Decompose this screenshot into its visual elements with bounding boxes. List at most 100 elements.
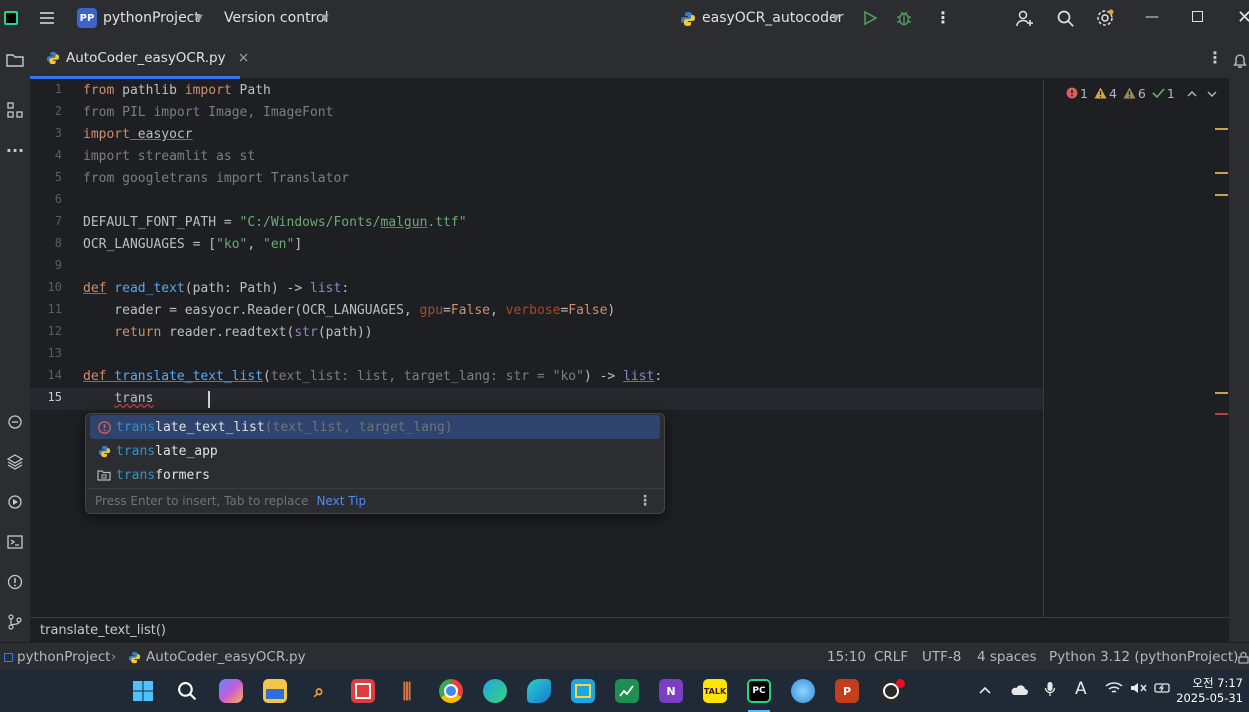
line-number: 7 (54, 214, 62, 228)
code-text-area[interactable]: from pathlib import Path from PIL import… (83, 79, 1043, 617)
error-count[interactable]: 1 (1066, 86, 1088, 101)
add-user-icon[interactable] (1015, 9, 1035, 33)
settings-gear-icon[interactable] (1095, 8, 1115, 32)
wifi-icon[interactable] (1105, 681, 1123, 699)
more-actions-icon[interactable]: ⋮ (935, 9, 951, 27)
main-menu-icon[interactable] (38, 9, 56, 31)
indent-setting[interactable]: 4 spaces (977, 643, 1037, 671)
error-stripe-mark[interactable] (1215, 413, 1228, 415)
powerpoint-icon[interactable]: P (835, 679, 859, 703)
tab-close-icon[interactable]: × (238, 50, 250, 66)
magnifier-app-icon[interactable]: ⌕ (307, 679, 331, 703)
line-number: 2 (54, 104, 62, 118)
previous-highlight-icon[interactable] (1187, 86, 1197, 101)
terminal-icon[interactable] (0, 530, 30, 554)
code-line-10: def read_text(path: Path) -> list: (83, 281, 350, 296)
winrar-books-icon[interactable]: ⫼ (395, 679, 419, 703)
code-line-15: trans (114, 391, 154, 406)
close-window-icon[interactable]: ✕ (1237, 7, 1249, 28)
chevron-down-icon[interactable]: ▼ (321, 13, 329, 24)
code-line-5: from googletrans import Translator (83, 171, 350, 186)
editor-right-pane (1043, 79, 1230, 617)
system-clock[interactable]: 오전 7:17 2025-05-31 (1176, 676, 1243, 706)
completion-item-translate-app[interactable]: trans late_app (90, 439, 660, 463)
next-tip-link[interactable]: Next Tip (316, 494, 366, 508)
tab-options-icon[interactable]: ⋮ (1207, 48, 1223, 67)
run-config-selector[interactable]: easyOCR_autocoder (702, 10, 843, 26)
line-number: 9 (54, 258, 62, 272)
kakaotalk-icon[interactable]: TALK (703, 679, 727, 703)
app-bird-icon[interactable] (527, 679, 551, 703)
inspection-widget[interactable]: 1 4 6 1 (1066, 84, 1217, 102)
breadcrumb-hint[interactable]: translate_text_list() (30, 617, 1229, 642)
warning-stripe-mark[interactable] (1215, 128, 1228, 130)
battery-charging-icon[interactable] (1154, 681, 1172, 699)
python-console-icon[interactable] (0, 410, 30, 434)
chevron-down-icon[interactable]: ▼ (195, 13, 203, 24)
line-number: 3 (54, 126, 62, 140)
file-encoding[interactable]: UTF-8 (922, 643, 961, 671)
onenote-icon[interactable]: N (659, 679, 683, 703)
line-number-gutter[interactable]: 1 2 3 4 5 6 7 8 9 10 11 12 13 14 15 (30, 79, 80, 617)
check-icon (1152, 88, 1165, 99)
warning-stripe-mark[interactable] (1215, 172, 1228, 174)
line-number: 11 (47, 302, 62, 316)
chrome-icon[interactable] (439, 679, 463, 703)
code-line-1: from pathlib import Path (83, 83, 271, 98)
run-icon[interactable] (862, 10, 878, 30)
project-selector[interactable]: pythonProject (103, 10, 200, 26)
pycharm-logo-icon[interactable] (4, 11, 18, 25)
maximize-icon[interactable] (1192, 11, 1203, 22)
line-separator[interactable]: CRLF (874, 643, 908, 671)
breadcrumb-file[interactable]: AutoCoder_easyOCR.py (128, 643, 306, 671)
code-line-4: import streamlit as st (83, 149, 256, 164)
warning-stripe-mark[interactable] (1215, 194, 1228, 196)
services-icon[interactable] (0, 490, 30, 514)
input-method-icon[interactable]: A (1075, 679, 1087, 699)
python-interpreter[interactable]: Python 3.12 (pythonProject) (1049, 643, 1238, 671)
vcs-selector[interactable]: Version control (224, 10, 328, 26)
code-line-2: from PIL import Image, ImageFont (83, 105, 334, 120)
completion-item-transformers[interactable]: trans formers (90, 463, 660, 487)
warning-count[interactable]: 4 (1094, 86, 1117, 101)
microphone-icon[interactable] (1044, 681, 1056, 701)
file-explorer-icon[interactable] (263, 679, 287, 703)
debug-icon[interactable] (895, 9, 913, 31)
code-editor[interactable]: 1 2 3 4 5 6 7 8 9 10 11 12 13 14 15 from… (30, 79, 1043, 617)
globe-app-icon[interactable] (791, 679, 815, 703)
notifications-bell-icon[interactable] (1233, 52, 1247, 72)
next-highlight-icon[interactable] (1207, 86, 1217, 101)
tab-autocoder-easyocr[interactable]: AutoCoder_easyOCR.py × (38, 38, 257, 78)
excel-chart-icon[interactable] (615, 679, 639, 703)
warning-stripe-mark[interactable] (1215, 392, 1228, 394)
python-packages-icon[interactable] (0, 450, 30, 474)
tray-overflow-chevron-icon[interactable] (979, 681, 991, 699)
weak-warning-count[interactable]: 6 (1123, 86, 1146, 101)
chevron-down-icon[interactable]: ▼ (832, 13, 840, 24)
minimize-icon[interactable]: — (1145, 9, 1159, 25)
problems-icon[interactable] (0, 570, 30, 594)
project-folder-icon[interactable] (0, 48, 30, 72)
lock-icon[interactable] (1238, 643, 1249, 671)
code-line-11: reader = easyocr.Reader(OCR_LANGUAGES, g… (83, 303, 616, 318)
onedrive-cloud-icon[interactable] (1010, 682, 1028, 700)
git-branch-icon[interactable] (0, 610, 30, 634)
completion-options-icon[interactable]: ⋮ (638, 493, 652, 509)
pycharm-taskbar-icon[interactable]: PC (747, 679, 771, 703)
windows-start-icon[interactable] (131, 679, 155, 703)
ok-count[interactable]: 1 (1152, 86, 1175, 101)
python-file-icon (94, 445, 114, 458)
edge-icon[interactable] (483, 679, 507, 703)
breadcrumb-project[interactable]: pythonProject (4, 643, 110, 671)
copilot-icon[interactable] (219, 679, 243, 703)
caret-position[interactable]: 15:10 (827, 643, 866, 671)
qr-app-icon[interactable] (351, 679, 375, 703)
taskbar-search-icon[interactable] (175, 679, 199, 703)
volume-muted-icon[interactable] (1130, 681, 1148, 699)
recording-badge (896, 679, 905, 688)
project-badge[interactable]: PP (77, 8, 97, 28)
search-icon[interactable] (1056, 9, 1075, 32)
remote-desktop-icon[interactable] (571, 679, 595, 703)
line-number: 14 (47, 368, 62, 382)
completion-item-translate-text-list[interactable]: trans late_text_list (text_list, target_la… (90, 415, 660, 439)
